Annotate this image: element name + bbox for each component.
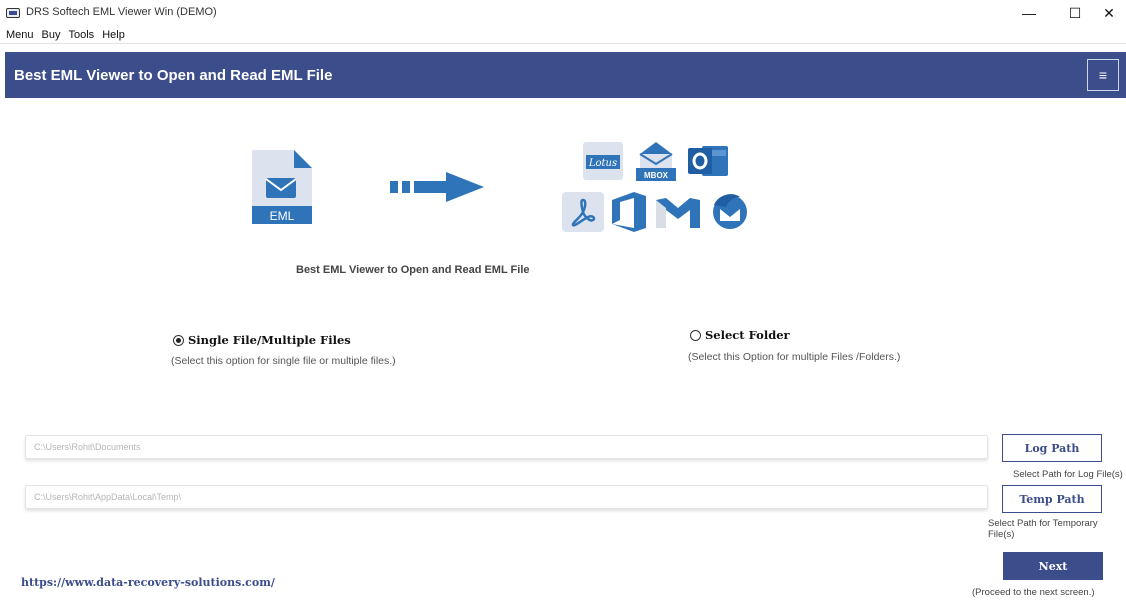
gmail-icon (656, 198, 700, 228)
menu-bar: Menu Buy Tools Help (0, 26, 1126, 44)
menu-item-menu[interactable]: Menu (6, 29, 34, 41)
single-file-option[interactable]: Single File/Multiple Files (173, 333, 351, 347)
temp-path-button[interactable]: Temp Path (1002, 485, 1102, 513)
log-path-input[interactable] (25, 435, 988, 459)
website-link[interactable]: https://www.data-recovery-solutions.com/ (21, 576, 275, 589)
log-path-button[interactable]: Log Path (1002, 434, 1102, 462)
next-button[interactable]: Next (1003, 552, 1103, 580)
menu-item-tools[interactable]: Tools (69, 29, 95, 41)
select-folder-label: Select Folder (705, 328, 790, 342)
window-title: DRS Softech EML Viewer Win (DEMO) (26, 6, 217, 18)
close-button[interactable]: ✕ (1086, 0, 1126, 26)
outlook-icon (688, 146, 728, 176)
select-folder-radio[interactable] (690, 329, 701, 341)
arrow-right-icon (390, 172, 484, 202)
hamburger-menu-icon[interactable]: ≡ (1087, 59, 1119, 91)
app-icon (6, 8, 20, 18)
page-title: Best EML Viewer to Open and Read EML Fil… (14, 67, 333, 84)
illustration-caption: Best EML Viewer to Open and Read EML Fil… (296, 264, 530, 276)
menu-item-buy[interactable]: Buy (42, 29, 61, 41)
single-file-radio[interactable] (173, 334, 184, 346)
select-folder-description: (Select this Option for multiple Files /… (688, 351, 901, 363)
select-folder-option[interactable]: Select Folder (690, 328, 790, 342)
eml-file-label: EML (270, 209, 295, 223)
single-file-label: Single File/Multiple Files (188, 333, 351, 347)
svg-text:Lotus: Lotus (588, 158, 617, 169)
header-banner: Best EML Viewer to Open and Read EML Fil… (5, 52, 1126, 98)
next-hint: (Proceed to the next screen.) (972, 587, 1095, 598)
mbox-label: MBOX (644, 171, 669, 180)
pdf-icon (562, 192, 604, 232)
single-file-description: (Select this option for single file or m… (171, 355, 396, 367)
temp-path-hint: Select Path for Temporary File(s) (988, 518, 1098, 540)
minimize-button[interactable]: — (1006, 0, 1052, 26)
mbox-icon: MBOX (636, 142, 676, 181)
menu-item-help[interactable]: Help (102, 29, 125, 41)
eml-file-icon: EML (252, 150, 312, 224)
lotus-icon: Lotus (583, 142, 623, 180)
temp-path-input[interactable] (25, 485, 988, 509)
thunderbird-icon (713, 194, 747, 229)
window-titlebar: DRS Softech EML Viewer Win (DEMO) — ☐ ✕ (0, 0, 1126, 26)
log-path-hint: Select Path for Log File(s) (1013, 469, 1123, 480)
office365-icon (612, 192, 646, 232)
